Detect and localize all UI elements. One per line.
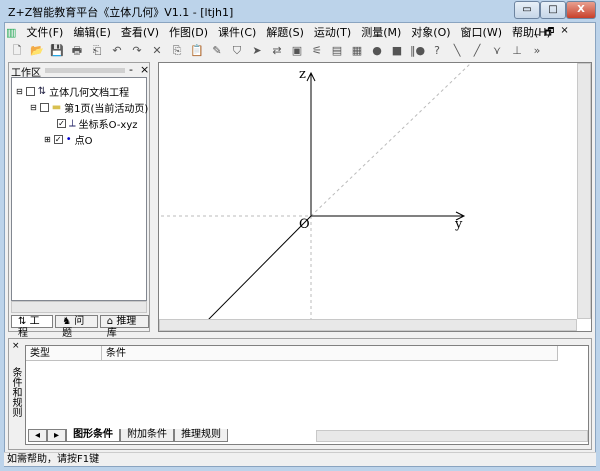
- workspace-close-button[interactable]: ×: [140, 63, 149, 76]
- status-bar: 如需帮助，请按F1键: [4, 452, 596, 466]
- origin-label: O: [299, 217, 310, 232]
- toolbar-button-icon[interactable]: ⋎: [490, 44, 504, 58]
- menu-item[interactable]: 文件(F): [26, 24, 63, 40]
- drawing-canvas[interactable]: z y O: [158, 62, 592, 332]
- menu-item[interactable]: 作图(D): [169, 24, 208, 40]
- menu-item[interactable]: 测量(M): [361, 24, 401, 40]
- checkbox[interactable]: [39, 103, 49, 112]
- table-horizontal-scrollbar[interactable]: [316, 430, 588, 442]
- conditions-panel: × 条件和规则 类型 条件 ◂ ▸ 图形条件 附加条件 推理规则: [8, 338, 592, 450]
- checkbox[interactable]: ✓: [57, 119, 66, 128]
- canvas-horizontal-scrollbar[interactable]: [159, 319, 577, 331]
- toolbar-button-icon[interactable]: ▤: [330, 44, 344, 58]
- tree-label: 坐标系O-xyz: [78, 120, 138, 131]
- pin-button[interactable]: -: [129, 63, 133, 76]
- folder-icon: ▬: [51, 102, 62, 113]
- toolbar-button-icon[interactable]: 🖶: [70, 44, 84, 58]
- mdi-minimize-button[interactable]: _: [534, 25, 539, 42]
- toolbar-button-icon[interactable]: ↶: [110, 44, 124, 58]
- menu-item[interactable]: 课件(C): [218, 24, 256, 40]
- tab-problem[interactable]: ♞ 问题: [55, 315, 98, 339]
- tab-reasoning-rules[interactable]: 推理规则: [174, 429, 229, 442]
- y-axis-label: y: [455, 217, 463, 232]
- point-icon: •: [65, 134, 72, 145]
- checkbox[interactable]: ✓: [53, 135, 63, 144]
- menu-item[interactable]: 编辑(E): [73, 24, 111, 40]
- tree-horizontal-scrollbar[interactable]: [11, 301, 147, 313]
- workspace-panel: 工作区 - × ⊟ ⇅ 立体几何文档工程 ⊟ ▬ 第1页(当前活动页) ✓ ⟂ 坐标系O-x…: [8, 62, 150, 339]
- canvas-vertical-scrollbar[interactable]: [577, 63, 591, 319]
- tree-item-page[interactable]: ⊟ ▬ 第1页(当前活动页): [30, 100, 148, 115]
- toolbar-button-icon[interactable]: 📂: [30, 44, 44, 58]
- z-axis-label: z: [299, 67, 306, 82]
- tab-scroll-left[interactable]: ◂: [28, 429, 48, 442]
- tree-item-project[interactable]: ⊟ ⇅ 立体几何文档工程: [16, 84, 129, 99]
- tree-label: 立体几何文档工程: [49, 88, 130, 99]
- toolbar-button-icon[interactable]: ⇄: [270, 44, 284, 58]
- toolbar-button-icon[interactable]: ✕: [150, 44, 164, 58]
- toolbar-button-icon[interactable]: ↷: [130, 44, 144, 58]
- toolbar-button-icon[interactable]: ▦: [350, 44, 364, 58]
- toolbar-button-icon[interactable]: 💾: [50, 44, 64, 58]
- tree-label: 第1页(当前活动页): [64, 104, 149, 115]
- tree-label: 点O: [74, 136, 93, 147]
- tab-scroll-right[interactable]: ▸: [47, 429, 67, 442]
- menu-bar: ▥ 文件(F) 编辑(E) 查看(V) 作图(D) 课件(C) 解题(S) 运动(T) 测量(…: [6, 23, 551, 41]
- toolbar-button-icon[interactable]: ⎘: [170, 44, 184, 58]
- toolbar-button-icon[interactable]: ➤: [250, 44, 264, 58]
- toolbar-button-icon[interactable]: ⚟: [310, 44, 324, 58]
- conditions-close-button[interactable]: ×: [12, 341, 20, 351]
- toolbar-button-icon[interactable]: ?: [430, 44, 444, 58]
- tab-reasoning-library[interactable]: ⌂ 推理库: [99, 315, 149, 339]
- menu-item[interactable]: 解题(S): [266, 24, 304, 40]
- toolbar: 🗋 📂 💾 🖶 ⎗ ↶ ↷ ✕ ⎘ 📋 ✎ ⛉ ➤ ⇄ ▣ ⚟ ▤ ▦ ● ■ ‖●? ╲ ╱ ⋎ ⊥ »: [10, 42, 544, 60]
- column-header-type[interactable]: 类型: [26, 346, 102, 361]
- column-header-condition[interactable]: 条件: [102, 346, 558, 361]
- menu-item[interactable]: 运动(T): [314, 24, 351, 40]
- mdi-close-button[interactable]: ×: [560, 25, 568, 42]
- toolbar-button-icon[interactable]: ⎗: [90, 44, 104, 58]
- toolbar-button-icon[interactable]: 🗋: [10, 44, 24, 58]
- conditions-table: 类型 条件 ◂ ▸ 图形条件 附加条件 推理规则: [25, 345, 589, 445]
- toolbar-button-icon[interactable]: ╱: [470, 44, 484, 58]
- toolbar-button-icon[interactable]: ▣: [290, 44, 304, 58]
- toolbar-button-icon[interactable]: ✎: [210, 44, 224, 58]
- window-title: Z+Z智能教育平台《立体几何》V1.1 - [ltjh1]: [8, 6, 234, 19]
- maximize-button[interactable]: □: [540, 1, 566, 19]
- toolbar-button-icon[interactable]: ●: [370, 44, 384, 58]
- tree-item-coord[interactable]: ✓ ⟂ 坐标系O-xyz: [57, 116, 138, 131]
- menu-item[interactable]: 对象(O): [411, 24, 450, 40]
- close-button[interactable]: X: [566, 1, 596, 19]
- toolbar-button-icon[interactable]: ╲: [450, 44, 464, 58]
- menu-item[interactable]: 查看(V): [121, 24, 159, 40]
- toolbar-button-icon[interactable]: ‖●: [410, 44, 425, 58]
- geometry-figure: [161, 63, 472, 319]
- x-axis: [208, 215, 312, 319]
- conditions-side-title: 条件和规则: [10, 367, 21, 417]
- project-tree: ⊟ ⇅ 立体几何文档工程 ⊟ ▬ 第1页(当前活动页) ✓ ⟂ 坐标系O-xyz ⊞ ✓ • 点O: [11, 77, 148, 301]
- toolbar-button-icon[interactable]: ⊥: [510, 44, 524, 58]
- mdi-restore-button[interactable]: 🗗: [545, 25, 554, 42]
- toolbar-button-icon[interactable]: ⛉: [230, 44, 244, 58]
- axes-icon: ⟂: [69, 118, 76, 129]
- toolbar-button-icon[interactable]: 📋: [190, 44, 204, 58]
- minimize-button[interactable]: ▭: [514, 1, 540, 19]
- tab-shape-conditions[interactable]: 图形条件: [66, 429, 121, 442]
- tree-item-point[interactable]: ⊞ ✓ • 点O: [44, 132, 92, 147]
- tab-project[interactable]: ⇅ 工程: [11, 315, 54, 339]
- panel-grip[interactable]: [45, 68, 125, 73]
- checkbox[interactable]: [25, 87, 35, 96]
- app-menu-icon[interactable]: ▥: [6, 26, 16, 39]
- menu-item[interactable]: 窗口(W): [461, 24, 502, 40]
- dashed-diagonal-guide: [310, 63, 472, 217]
- tab-extra-conditions[interactable]: 附加条件: [120, 429, 175, 442]
- toolbar-button-icon[interactable]: ■: [390, 44, 404, 58]
- toolbar-button-icon[interactable]: »: [530, 44, 544, 58]
